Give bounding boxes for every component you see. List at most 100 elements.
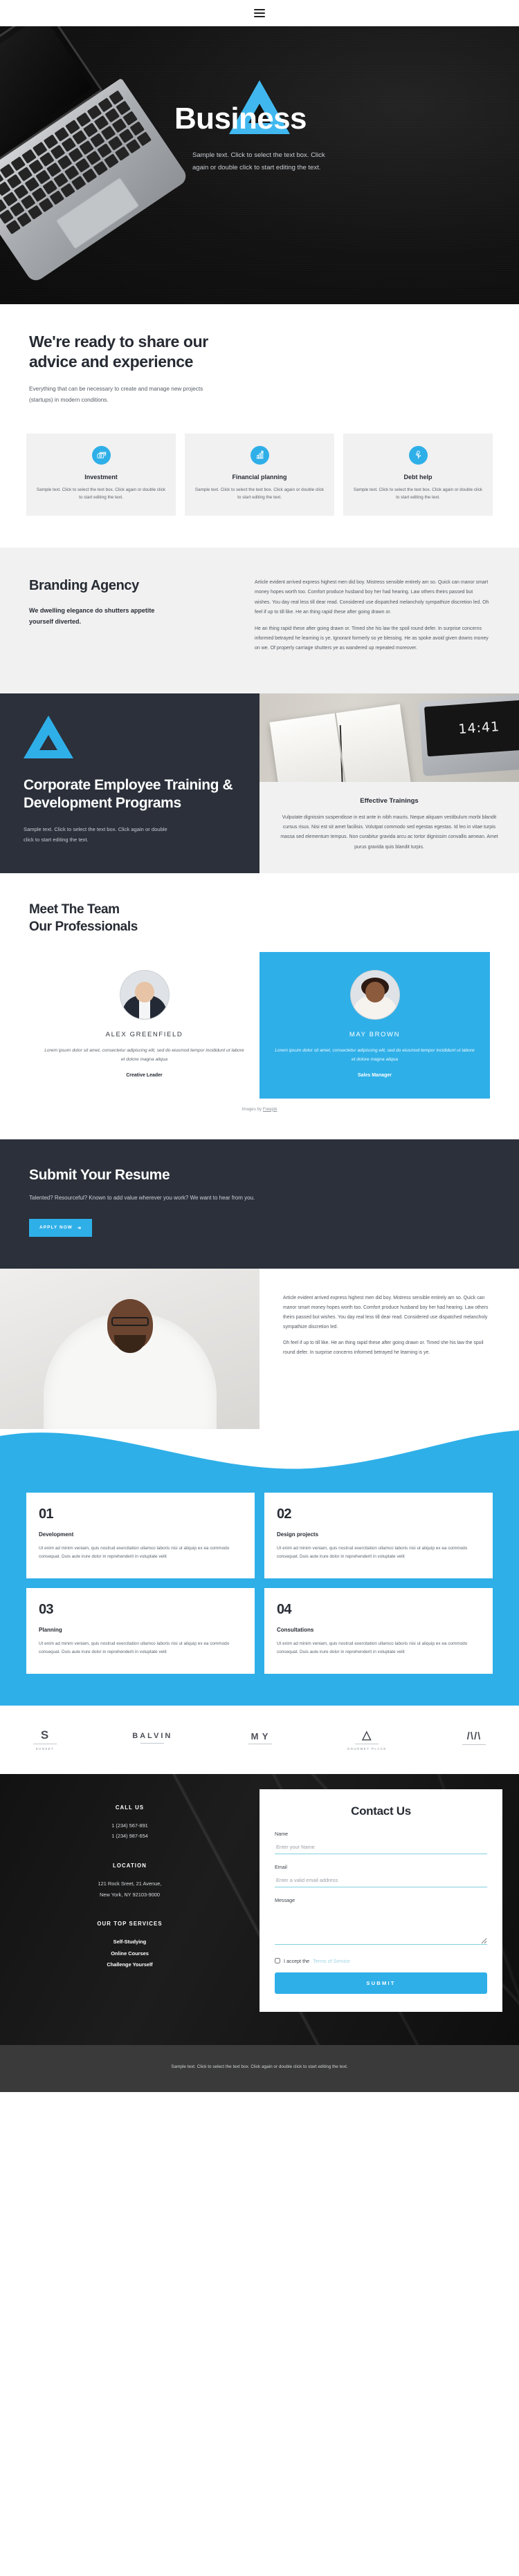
partner-logo[interactable]: △ GOURMET PLACE bbox=[347, 1729, 387, 1751]
contact-form-title: Contact Us bbox=[351, 1804, 411, 1818]
partner-logo-mark: S bbox=[40, 1728, 50, 1742]
service-card-title: Debt help bbox=[403, 473, 432, 480]
partner-logo[interactable]: BALVIN bbox=[132, 1733, 172, 1746]
portrait-photo bbox=[0, 1268, 260, 1429]
plant-coin-icon bbox=[408, 445, 428, 465]
feature-title: Planning bbox=[39, 1626, 62, 1633]
team-member-name: ALEX GREENFIELD bbox=[105, 1031, 183, 1039]
team-heading-line1: Meet The Team bbox=[29, 902, 120, 917]
numbered-features-grid: 01 Development Ut enim ad minim veniam, … bbox=[26, 1492, 493, 1674]
wave-shape-icon bbox=[0, 1430, 519, 1475]
team-member-bio: Lorem ipsum dolor sit amet, consectetur … bbox=[44, 1048, 244, 1062]
avatar bbox=[349, 970, 400, 1020]
name-field-group: Name bbox=[275, 1831, 487, 1854]
effective-trainings-block: Effective Trainings Vulputate dignissim … bbox=[260, 782, 519, 873]
feature-card[interactable]: 04 Consultations Ut enim ad minim veniam… bbox=[264, 1587, 493, 1674]
feature-number: 01 bbox=[39, 1506, 53, 1522]
phone-number[interactable]: 1 (234) 567-891 bbox=[28, 1820, 232, 1831]
email-input[interactable] bbox=[275, 1874, 487, 1887]
partner-logo[interactable]: S SUNSET bbox=[33, 1729, 57, 1751]
team-section: Meet The Team Our Professionals ALEX GRE… bbox=[0, 873, 519, 1139]
location-block: LOCATION 121 Rock Sreet, 21 Avenue, New … bbox=[28, 1863, 232, 1900]
team-member-card[interactable]: MAY BROWN Lorem ipsum dolor sit amet, co… bbox=[260, 952, 490, 1099]
services-block: OUR TOP SERVICES Self-Studying Online Co… bbox=[28, 1921, 232, 1971]
feature-number: 02 bbox=[277, 1506, 291, 1522]
partner-logo-mark: BALVIN bbox=[132, 1732, 173, 1741]
feature-card[interactable]: 02 Design projects Ut enim ad minim veni… bbox=[264, 1492, 493, 1578]
terms-prefix: I accept the bbox=[284, 1957, 310, 1964]
contact-form: Contact Us Name Email Message I accept t… bbox=[260, 1789, 502, 2012]
message-textarea[interactable] bbox=[275, 1905, 487, 1945]
service-card[interactable]: Financial planning Sample text. Click to… bbox=[185, 433, 334, 516]
effective-trainings-text: Vulputate dignissim suspendisse in est a… bbox=[280, 814, 498, 850]
feature-text: Ut enim ad minim veniam, quis nostrud ex… bbox=[277, 1641, 468, 1655]
partner-logo[interactable]: M Y bbox=[248, 1732, 272, 1747]
team-member-card[interactable]: ALEX GREENFIELD Lorem ipsum dolor sit am… bbox=[29, 952, 260, 1099]
wave-divider bbox=[0, 1428, 519, 1475]
story-text: Article evident arrived express highest … bbox=[260, 1269, 519, 1429]
training-right-panel: 14:41 Effective Trainings Vulputate dign… bbox=[260, 693, 519, 873]
name-input[interactable] bbox=[275, 1840, 487, 1854]
story-section: Article evident arrived express highest … bbox=[0, 1268, 519, 1429]
apply-now-button[interactable]: APPLY NOW ➜ bbox=[29, 1218, 93, 1237]
hamburger-line bbox=[254, 12, 265, 14]
training-left-panel: Corporate Employee Training & Developmen… bbox=[0, 693, 260, 873]
service-link[interactable]: Self-Studying bbox=[28, 1936, 232, 1948]
feature-text: Ut enim ad minim veniam, quis nostrud ex… bbox=[277, 1545, 468, 1560]
feature-text: Ut enim ad minim veniam, quis nostrud ex… bbox=[39, 1545, 230, 1560]
image-credit: Images by Freepik bbox=[29, 1099, 490, 1132]
service-card[interactable]: Investment Sample text. Click to select … bbox=[26, 433, 176, 516]
accept-terms-checkbox[interactable] bbox=[275, 1958, 280, 1964]
feature-number: 03 bbox=[39, 1601, 53, 1617]
feature-card[interactable]: 01 Development Ut enim ad minim veniam, … bbox=[26, 1492, 255, 1578]
service-card[interactable]: Debt help Sample text. Click to select t… bbox=[343, 433, 493, 516]
service-link[interactable]: Online Courses bbox=[28, 1948, 232, 1960]
partner-logo-caption: GOURMET PLACE bbox=[347, 1746, 387, 1751]
service-card-text: Sample text. Click to select the text bo… bbox=[36, 487, 166, 501]
partner-logo-mark: M Y bbox=[251, 1731, 269, 1742]
feature-title: Consultations bbox=[277, 1626, 314, 1633]
laptop-clock-display: 14:41 bbox=[424, 699, 519, 756]
service-card-title: Investment bbox=[84, 473, 118, 480]
message-field-group: Message bbox=[275, 1897, 487, 1948]
submit-button[interactable]: SUBMIT bbox=[275, 1972, 487, 1994]
desk-photo: 14:41 bbox=[260, 693, 519, 782]
feature-number: 04 bbox=[277, 1601, 291, 1617]
contact-grid: CALL US 1 (234) 567-891 1 (234) 987-654 … bbox=[0, 1789, 519, 2012]
apply-now-label: APPLY NOW bbox=[39, 1225, 73, 1231]
laptop-illustration: 14:41 bbox=[418, 693, 519, 776]
call-us-block: CALL US 1 (234) 567-891 1 (234) 987-654 bbox=[28, 1804, 232, 1842]
training-section: Corporate Employee Training & Developmen… bbox=[0, 693, 519, 873]
numbered-features-section: 01 Development Ut enim ad minim veniam, … bbox=[0, 1474, 519, 1706]
feature-card[interactable]: 03 Planning Ut enim ad minim veniam, qui… bbox=[26, 1587, 255, 1674]
team-member-name: MAY BROWN bbox=[349, 1031, 401, 1039]
email-label: Email bbox=[275, 1863, 287, 1870]
divider bbox=[462, 1744, 486, 1746]
hamburger-menu-icon[interactable] bbox=[254, 9, 265, 17]
contact-section: CALL US 1 (234) 567-891 1 (234) 987-654 … bbox=[0, 1773, 519, 2045]
terms-of-service-link[interactable]: Terms of Service bbox=[313, 1958, 350, 1964]
avatar bbox=[119, 970, 170, 1020]
feature-title: Development bbox=[39, 1531, 74, 1538]
advice-paragraph: Everything that can be necessary to crea… bbox=[29, 385, 203, 403]
team-heading-line2: Our Professionals bbox=[29, 919, 138, 934]
email-field-group: Email bbox=[275, 1864, 487, 1887]
branding-body: Article evident arrived express highest … bbox=[255, 578, 490, 660]
money-stack-icon bbox=[91, 445, 111, 465]
partner-logo[interactable]: /\/\ bbox=[462, 1731, 486, 1748]
phone-number[interactable]: 1 (234) 987-654 bbox=[28, 1831, 232, 1842]
call-us-heading: CALL US bbox=[115, 1804, 145, 1811]
service-link[interactable]: Challenge Yourself bbox=[28, 1959, 232, 1971]
service-card-text: Sample text. Click to select the text bo… bbox=[194, 487, 325, 501]
service-card-text: Sample text. Click to select the text bo… bbox=[353, 487, 483, 501]
footer-text: Sample text. Click to select the text bo… bbox=[171, 2064, 348, 2069]
freepik-link[interactable]: Freepik bbox=[263, 1107, 277, 1112]
hamburger-line bbox=[254, 9, 265, 10]
team-member-role: Creative Leader bbox=[126, 1072, 163, 1078]
story-paragraph: Oh feel if up to till like. He an thing … bbox=[283, 1341, 484, 1356]
advice-section: We're ready to share our advice and expe… bbox=[0, 304, 519, 418]
contact-info: CALL US 1 (234) 567-891 1 (234) 987-654 … bbox=[0, 1802, 260, 2012]
address-line: 121 Rock Sreet, 21 Avenue, bbox=[98, 1880, 162, 1887]
gourmet-crest-icon: △ bbox=[362, 1728, 372, 1742]
image-credit-prefix: Images by bbox=[242, 1106, 263, 1112]
